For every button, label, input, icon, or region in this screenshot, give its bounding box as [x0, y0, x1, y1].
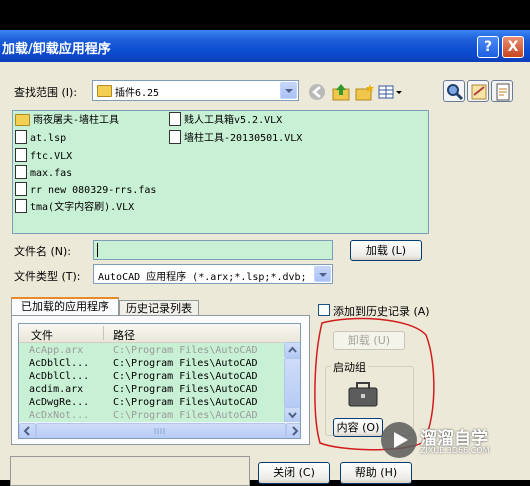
file-list[interactable]: 雨夜屠夫-墙柱工具 at.lsp ftc.VLX max.fas rr new …	[12, 110, 429, 234]
list-item[interactable]: ftc.VLX	[15, 148, 72, 164]
tab-loaded-apps[interactable]: 已加载的应用程序	[11, 297, 119, 316]
help-title-button[interactable]: ?	[477, 36, 499, 58]
close-title-button[interactable]: X	[502, 36, 524, 58]
list-item[interactable]: tma(文字内容刷).VLX	[15, 199, 134, 215]
back-icon[interactable]	[307, 82, 329, 102]
watermark-logo-icon	[381, 422, 417, 458]
table-row[interactable]: acdim.arx C:\Program Files\AutoCAD	[19, 383, 293, 396]
folder-icon	[97, 85, 112, 97]
tab-history-list[interactable]: 历史记录列表	[119, 300, 199, 316]
find-icon[interactable]	[443, 80, 465, 102]
chevron-down-icon[interactable]	[314, 266, 331, 282]
help-button[interactable]: 帮助 (H)	[340, 462, 412, 484]
file-icon	[15, 148, 27, 162]
file-icon	[15, 130, 27, 144]
lookin-combo[interactable]: 插件6.25	[92, 80, 299, 101]
view-menu-icon[interactable]	[377, 82, 405, 102]
file-icon	[15, 182, 27, 196]
options-icon[interactable]	[491, 80, 513, 102]
filename-input[interactable]	[93, 240, 333, 260]
new-folder-icon[interactable]	[354, 82, 376, 102]
file-icon	[169, 130, 181, 144]
list-item[interactable]: 雨夜屠夫-墙柱工具	[15, 113, 119, 128]
filetype-combo[interactable]: AutoCAD 应用程序 (*.arx;*.lsp;*.dvb;	[93, 264, 333, 284]
list-item[interactable]: 贱人工具箱v5.2.VLX	[169, 112, 282, 128]
table-row[interactable]: AcDwgRe... C:\Program Files\AutoCAD	[19, 396, 293, 409]
file-icon	[15, 165, 27, 179]
column-divider[interactable]	[103, 326, 104, 340]
scroll-up-icon[interactable]	[284, 342, 300, 358]
text-cursor	[97, 243, 98, 257]
table-header: 文件 路径	[19, 324, 300, 343]
load-button[interactable]: 加载 (L)	[350, 240, 422, 261]
list-item[interactable]: max.fas	[15, 165, 72, 181]
filename-label: 文件名 (N):	[14, 245, 72, 258]
scroll-thumb[interactable]	[284, 358, 300, 408]
lookin-label: 查找范围 (I):	[14, 86, 78, 99]
table-row[interactable]: AcDxNot... C:\Program Files\AutoCAD	[19, 409, 293, 422]
table-row[interactable]: AcApp.arx C:\Program Files\AutoCAD	[19, 344, 293, 357]
folder-icon	[15, 114, 30, 126]
column-header-file[interactable]: 文件	[31, 327, 53, 343]
table-row[interactable]: AcDblCl... C:\Program Files\AutoCAD	[19, 370, 293, 383]
table-row[interactable]: AcDblCl... C:\Program Files\AutoCAD	[19, 357, 293, 370]
file-icon	[15, 199, 27, 213]
list-item[interactable]: 墙柱工具-20130501.VLX	[169, 130, 302, 146]
list-item[interactable]: rr new 080329-rrs.fas	[15, 182, 156, 198]
watermark-url: ZIXUE.3D66.COM	[420, 446, 490, 455]
vertical-scrollbar[interactable]	[284, 342, 300, 423]
status-box	[10, 456, 250, 486]
up-folder-icon[interactable]	[331, 82, 353, 102]
scroll-right-icon[interactable]	[286, 423, 300, 438]
h-scroll-thumb[interactable]	[36, 423, 286, 438]
scroll-left-icon[interactable]	[19, 423, 36, 438]
file-icon	[169, 112, 181, 126]
lookin-value: 插件6.25	[115, 88, 160, 99]
filetype-label: 文件类型 (T):	[14, 270, 81, 283]
close-button[interactable]: 关闭 (C)	[258, 462, 330, 484]
title-bar[interactable]: 加载/卸载应用程序	[0, 30, 530, 62]
chevron-down-icon[interactable]	[280, 82, 297, 99]
favorites-icon[interactable]	[467, 80, 489, 102]
horizontal-scrollbar[interactable]	[19, 422, 300, 438]
loaded-apps-table[interactable]: 文件 路径 AcApp.arx C:\Program Files\AutoCAD …	[18, 323, 301, 439]
window-title: 加载/卸载应用程序	[2, 42, 111, 57]
scroll-down-icon[interactable]	[284, 407, 300, 423]
list-item[interactable]: at.lsp	[15, 130, 66, 146]
column-header-path[interactable]: 路径	[113, 327, 135, 343]
